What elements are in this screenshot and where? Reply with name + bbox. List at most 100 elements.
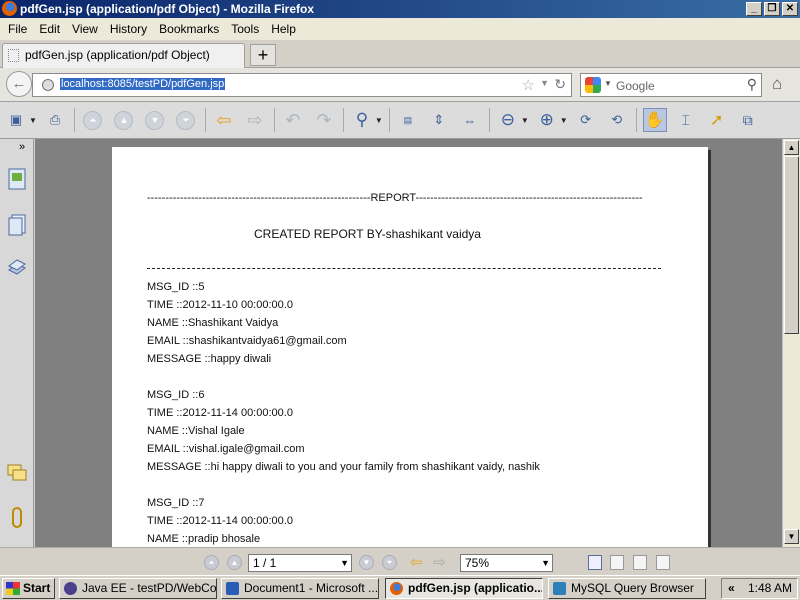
menu-view[interactable]: View <box>66 22 104 36</box>
pdf-viewer[interactable]: ----------------------------------------… <box>35 139 782 547</box>
back-button[interactable]: ← <box>6 71 32 97</box>
new-tab-button[interactable]: + <box>250 44 276 66</box>
start-button[interactable]: Start <box>2 578 55 599</box>
search-engine-dropdown-icon[interactable]: ▼ <box>604 79 612 88</box>
fit-page-icon[interactable]: ⇕ <box>427 108 451 132</box>
hand-tool-icon[interactable]: ✋ <box>642 108 667 132</box>
continuous-view-icon[interactable] <box>610 555 624 570</box>
zoom-tool-icon[interactable]: ⚲ <box>350 108 374 132</box>
find-icon[interactable]: ⧉ <box>736 108 760 132</box>
last-page-icon[interactable]: ⏷ <box>382 555 397 570</box>
zoom-tool-dropdown-icon[interactable]: ▼ <box>375 116 383 125</box>
search-icon[interactable]: ⚲ <box>747 76 757 93</box>
actual-size-icon[interactable]: ▤ <box>396 108 420 132</box>
chevron-down-icon[interactable]: ▼ <box>540 78 549 88</box>
zoom-in-icon[interactable]: ⊕ <box>535 108 559 132</box>
reload-icon[interactable]: ↻ <box>554 76 566 93</box>
rotate-view-icon[interactable]: ⟳ <box>574 108 598 132</box>
record-time: TIME ::2012-11-14 00:00:00.0 <box>147 407 293 419</box>
single-page-view-icon[interactable] <box>588 555 602 570</box>
two-page-continuous-view-icon[interactable] <box>656 555 670 570</box>
taskbar-item-firefox[interactable]: pdfGen.jsp (applicatio... <box>385 578 543 599</box>
report-divider <box>147 268 661 269</box>
first-page-icon[interactable]: ⏶ <box>204 555 219 570</box>
search-bar[interactable]: ▼ Google ⚲ <box>580 73 762 97</box>
record-msg-id: MSG_ID ::6 <box>147 389 205 401</box>
last-page-icon[interactable]: ⏷ <box>174 108 198 132</box>
pdf-toolbar: ▣ ▼ ⎙ ⏶ ▲ ▼ ⏷ ⇦ ⇨ ↶ ↷ ⚲ ▼ ▤ ⇕ ⇔ ⊖ ▼ ⊕ ▼ … <box>0 102 800 139</box>
scroll-up-arrow[interactable]: ▲ <box>784 140 799 155</box>
page-number-field[interactable]: 1 / 1 ▼ <box>248 554 352 572</box>
clock[interactable]: 1:48 AM <box>748 579 792 598</box>
first-page-icon[interactable]: ⏶ <box>81 108 105 132</box>
fit-width-icon[interactable]: ⇔ <box>458 108 482 132</box>
menu-file[interactable]: File <box>2 22 33 36</box>
scroll-down-arrow[interactable]: ▼ <box>784 529 799 544</box>
taskbar-item-word[interactable]: Document1 - Microsoft ... <box>221 578 379 599</box>
url-text[interactable]: localhost:8085/testPD/pdfGen.jsp <box>60 78 226 90</box>
tab-pdfgen[interactable]: pdfGen.jsp (application/pdf Object) <box>2 43 245 68</box>
zoom-level-value[interactable]: 75% <box>465 556 489 570</box>
chevron-down-icon[interactable]: ▼ <box>340 555 349 571</box>
start-label: Start <box>23 581 51 595</box>
undo-icon[interactable]: ↶ <box>281 108 305 132</box>
scrollbar-thumb[interactable] <box>784 156 799 334</box>
go-back-arrow-icon[interactable]: ⇦ <box>410 553 423 571</box>
expand-panel-icon[interactable]: » <box>19 141 25 153</box>
minimize-button[interactable]: _ <box>746 2 762 16</box>
url-bar[interactable]: localhost:8085/testPD/pdfGen.jsp ☆ ▼ ↻ <box>32 73 572 97</box>
menu-help[interactable]: Help <box>265 22 302 36</box>
print-icon[interactable]: ⎙ <box>43 108 67 132</box>
pdf-side-panel: » <box>0 139 34 547</box>
select-text-icon[interactable]: ⌶ <box>674 108 698 132</box>
tray-expand-button[interactable]: « <box>728 579 735 598</box>
home-icon[interactable]: ⌂ <box>772 74 782 94</box>
rotate-clockwise-icon[interactable]: ⟲ <box>605 108 629 132</box>
menu-tools[interactable]: Tools <box>225 22 265 36</box>
zoom-in-dropdown-icon[interactable]: ▼ <box>560 116 568 125</box>
redo-icon[interactable]: ↷ <box>312 108 336 132</box>
toolbar-divider <box>488 108 490 132</box>
record-time: TIME ::2012-11-10 00:00:00.0 <box>147 299 293 311</box>
taskbar-item-eclipse[interactable]: Java EE - testPD/WebCo... <box>59 578 217 599</box>
layers-icon[interactable] <box>6 256 28 280</box>
zoom-out-icon[interactable]: ⊖ <box>496 108 520 132</box>
save-dropdown-icon[interactable]: ▼ <box>29 116 37 125</box>
go-forward-arrow-icon[interactable]: ⇨ <box>243 108 267 132</box>
select-tool-icon[interactable]: ➚ <box>705 108 729 132</box>
go-back-arrow-icon[interactable]: ⇦ <box>212 108 236 132</box>
chevron-down-icon[interactable]: ▼ <box>541 555 550 571</box>
next-page-icon[interactable]: ▼ <box>143 108 167 132</box>
previous-page-icon[interactable]: ▲ <box>227 555 242 570</box>
previous-page-icon[interactable]: ▲ <box>112 108 136 132</box>
menu-history[interactable]: History <box>104 22 153 36</box>
taskbar-item-label: pdfGen.jsp (applicatio... <box>408 581 543 595</box>
page-number-value[interactable]: 1 / 1 <box>253 556 276 570</box>
restore-button[interactable]: ❐ <box>764 2 780 16</box>
close-button[interactable]: ✕ <box>782 2 798 16</box>
window-titlebar[interactable]: pdfGen.jsp (application/pdf Object) - Mo… <box>0 0 800 18</box>
record-name: NAME ::Shashikant Vaidya <box>147 317 279 329</box>
zoom-level-field[interactable]: 75% ▼ <box>460 554 553 572</box>
mysql-icon <box>553 582 566 595</box>
menu-edit[interactable]: Edit <box>33 22 66 36</box>
search-input[interactable]: Google <box>616 79 655 93</box>
attachments-list-icon[interactable] <box>6 213 28 237</box>
go-forward-arrow-icon[interactable]: ⇨ <box>433 553 446 571</box>
paperclip-icon[interactable] <box>6 506 28 530</box>
next-page-icon[interactable]: ▼ <box>359 555 374 570</box>
pages-icon[interactable] <box>6 167 28 191</box>
google-icon[interactable] <box>585 77 601 93</box>
vertical-scrollbar[interactable]: ▲ ▼ <box>782 139 800 547</box>
zoom-out-dropdown-icon[interactable]: ▼ <box>521 116 529 125</box>
site-identity-icon[interactable] <box>42 79 54 91</box>
two-page-view-icon[interactable] <box>633 555 647 570</box>
windows-logo-icon <box>6 582 20 595</box>
menu-bookmarks[interactable]: Bookmarks <box>153 22 225 36</box>
report-created-by: CREATED REPORT BY-shashikant vaidya <box>254 227 481 241</box>
taskbar-item-mysql[interactable]: MySQL Query Browser <box>548 578 706 599</box>
save-icon[interactable]: ▣ <box>4 108 28 132</box>
bookmark-star-icon[interactable]: ☆ <box>522 76 535 94</box>
tab-bar: pdfGen.jsp (application/pdf Object) + <box>0 40 800 68</box>
comments-icon[interactable] <box>6 461 28 485</box>
